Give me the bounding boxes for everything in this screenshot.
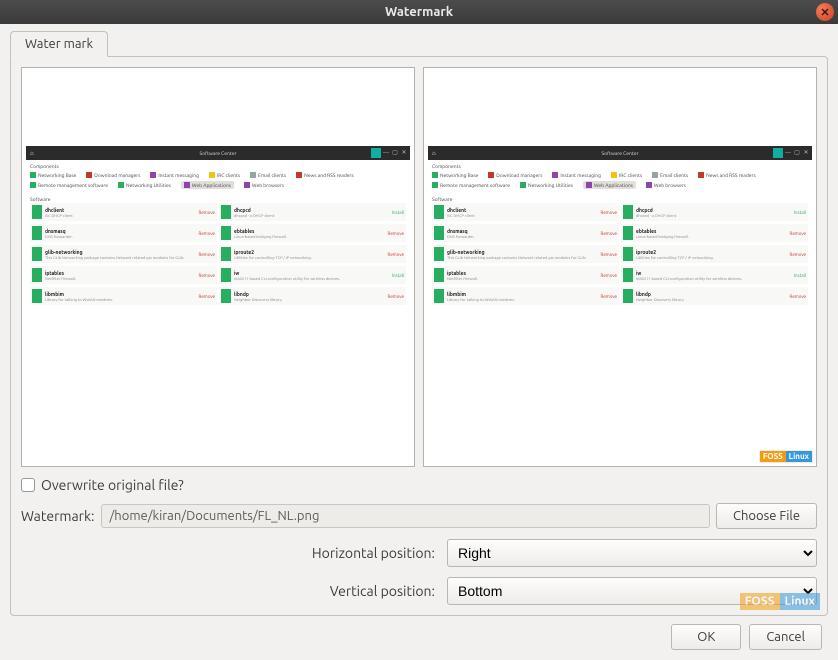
window-watermark: FOSS Linux bbox=[740, 593, 820, 610]
title-bar: Watermark ✕ bbox=[0, 0, 838, 24]
thumb-watermarked: ⌂Software Center—▢✕ComponentsNetworking … bbox=[428, 146, 812, 368]
cancel-button[interactable]: Cancel bbox=[749, 624, 822, 650]
overwrite-checkbox[interactable] bbox=[21, 478, 35, 492]
max-icon: ▢ bbox=[793, 149, 801, 157]
tab-strip: Water mark bbox=[0, 24, 838, 56]
window-title: Watermark bbox=[385, 5, 453, 19]
wm-foss: FOSS bbox=[760, 451, 786, 462]
watermark-path-input[interactable]: /home/kiran/Documents/FL_NL.png bbox=[101, 504, 711, 528]
overwrite-label: Overwrite original file? bbox=[41, 477, 184, 493]
watermark-label: Watermark: bbox=[21, 508, 95, 524]
previews: ⌂Software Center—▢✕ComponentsNetworking … bbox=[21, 67, 817, 467]
preview-original: ⌂Software Center—▢✕ComponentsNetworking … bbox=[21, 67, 415, 467]
watermark-path-row: Watermark: /home/kiran/Documents/FL_NL.p… bbox=[21, 503, 817, 529]
vpos-row: Vertical position: Bottom bbox=[21, 577, 817, 605]
wm-linux: Linux bbox=[786, 451, 812, 462]
home-icon: ⌂ bbox=[432, 150, 436, 157]
content-frame: ⌂Software Center—▢✕ComponentsNetworking … bbox=[10, 56, 828, 616]
watermark-badge: FOSS Linux bbox=[760, 451, 812, 462]
tab-watermark[interactable]: Water mark bbox=[10, 31, 108, 57]
footer: OK Cancel bbox=[0, 624, 838, 660]
watermark-path-value: /home/kiran/Documents/FL_NL.png bbox=[110, 509, 320, 523]
min-icon: — bbox=[382, 149, 390, 157]
close-thumb-icon: ✕ bbox=[802, 149, 810, 157]
tab-label: Water mark bbox=[25, 37, 93, 51]
home-icon: ⌂ bbox=[30, 150, 34, 157]
search-icon bbox=[773, 148, 783, 158]
max-icon: ▢ bbox=[391, 149, 399, 157]
close-thumb-icon: ✕ bbox=[400, 149, 408, 157]
ok-button[interactable]: OK bbox=[671, 624, 741, 650]
hpos-row: Horizontal position: Right bbox=[21, 539, 817, 567]
thumb-title: Software Center bbox=[602, 150, 639, 156]
min-icon: — bbox=[784, 149, 792, 157]
preview-watermarked: ⌂Software Center—▢✕ComponentsNetworking … bbox=[423, 67, 817, 467]
close-icon[interactable]: ✕ bbox=[816, 3, 834, 21]
thumb-original: ⌂Software Center—▢✕ComponentsNetworking … bbox=[26, 146, 410, 368]
overwrite-row: Overwrite original file? bbox=[21, 477, 817, 493]
hpos-select[interactable]: Right bbox=[447, 539, 817, 567]
hpos-label: Horizontal position: bbox=[21, 545, 441, 561]
thumb-title: Software Center bbox=[200, 150, 237, 156]
search-icon bbox=[371, 148, 381, 158]
vpos-label: Vertical position: bbox=[21, 583, 441, 599]
choose-file-button[interactable]: Choose File bbox=[716, 503, 817, 529]
